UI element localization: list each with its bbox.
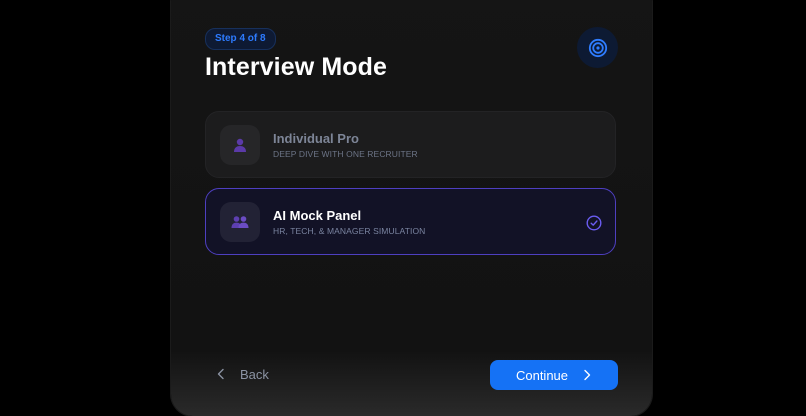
continue-button[interactable]: Continue — [490, 360, 618, 390]
back-label: Back — [240, 366, 269, 382]
step-badge: Step 4 of 8 — [205, 28, 276, 50]
option-title: Individual Pro — [273, 131, 359, 146]
user-icon — [220, 125, 260, 165]
option-ai-mock-panel[interactable]: AI Mock Panel HR, TECH, & MANAGER SIMULA… — [205, 188, 616, 255]
target-icon — [577, 27, 618, 68]
option-subtitle: HR, TECH, & MANAGER SIMULATION — [273, 226, 426, 236]
continue-label: Continue — [515, 367, 569, 383]
option-title: AI Mock Panel — [273, 208, 362, 223]
chevron-right-icon — [584, 369, 591, 381]
check-circle-icon — [586, 215, 602, 231]
chevron-left-icon — [217, 368, 224, 380]
option-subtitle: DEEP DIVE WITH ONE RECRUITER — [273, 149, 418, 159]
users-icon — [220, 202, 260, 242]
back-button[interactable]: Back — [216, 362, 269, 386]
page-title: Interview Mode — [205, 53, 387, 81]
option-individual-pro[interactable]: Individual Pro DEEP DIVE WITH ONE RECRUI… — [205, 111, 616, 178]
